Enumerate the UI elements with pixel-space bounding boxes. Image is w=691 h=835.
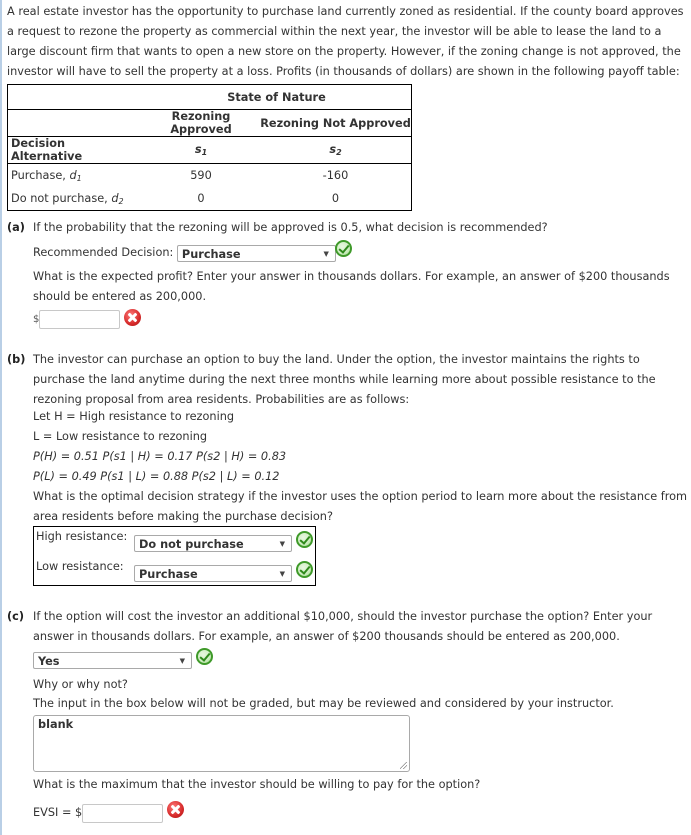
resize-grip-icon[interactable]: [400, 762, 407, 769]
let-h-definition: Let H = High resistance to rezoning: [33, 410, 235, 423]
table-symbol-row: Decision Alternative s1 s2: [7, 136, 412, 164]
dropdown-arrow-icon: ▼: [279, 540, 285, 548]
expected-profit-input[interactable]: [39, 309, 121, 329]
part-a-label: (a): [7, 221, 25, 234]
expected-profit-question: What is the expected profit? Enter your …: [33, 270, 670, 303]
probabilities-l: P(L) = 0.49 P(s1 | L) = 0.88 P(s2 | L) =…: [33, 470, 280, 483]
part-c-label: (c): [7, 610, 25, 623]
evsi-input[interactable]: [82, 803, 164, 823]
dropdown-arrow-icon: ▼: [179, 657, 185, 665]
strategy-question: What is the optimal decision strategy if…: [33, 490, 688, 523]
correct-check-icon: [196, 648, 213, 665]
table-header-row: State of Nature: [7, 84, 412, 110]
table-subheader-row: Rezoning Approved Rezoning Not Approved: [7, 109, 412, 137]
evsi-row: EVSI = $: [33, 803, 164, 823]
explanation-textarea[interactable]: blank: [33, 715, 410, 772]
purchase-option-select[interactable]: Yes ▼: [33, 652, 192, 669]
incorrect-x-icon: [124, 309, 141, 326]
col-header-not-approved: Rezoning Not Approved: [260, 109, 412, 137]
col-header-approved: Rezoning Approved: [142, 109, 260, 137]
high-resistance-select[interactable]: Do not purchase ▼: [134, 535, 292, 552]
row-label-do-not-purchase: Do not purchase, d2: [11, 191, 124, 206]
cell-do-not-purchase-s2: 0: [331, 192, 340, 205]
recommended-decision-row: Recommended Decision: Purchase ▼: [33, 243, 336, 263]
max-pay-question: What is the maximum that the investor sh…: [33, 778, 481, 791]
payoff-table: State of Nature Rezoning Approved Rezoni…: [7, 84, 412, 211]
question-page: A real estate investor has the opportuni…: [0, 0, 691, 835]
low-resistance-select[interactable]: Purchase ▼: [134, 565, 292, 582]
cell-purchase-s1: 590: [190, 169, 212, 182]
table-row: Purchase, d1 590 -160: [8, 164, 412, 188]
row-label-purchase: Purchase, d1: [11, 168, 82, 183]
cell-do-not-purchase-s1: 0: [197, 192, 205, 205]
recommended-decision-select[interactable]: Purchase ▼: [176, 244, 336, 262]
probabilities-h: P(H) = 0.51 P(s1 | H) = 0.17 P(s2 | H) =…: [33, 450, 287, 463]
state-symbol-s2: s2: [260, 136, 412, 164]
dropdown-arrow-icon: ▼: [279, 570, 285, 578]
high-resistance-label: High resistance:: [36, 530, 128, 543]
row-header-decision: Decision Alternative: [7, 136, 142, 164]
part-b-label: (b): [7, 353, 26, 366]
why-question: Why or why not?: [33, 678, 128, 691]
dropdown-arrow-icon: ▼: [323, 249, 329, 258]
correct-check-icon: [296, 531, 313, 548]
cell-purchase-s2: -160: [322, 169, 349, 182]
recommended-decision-label: Recommended Decision:: [33, 246, 174, 259]
incorrect-x-icon: [167, 801, 184, 818]
evsi-label: EVSI = $: [33, 806, 83, 819]
part-b-text: (b) The investor can purchase an option t…: [7, 350, 691, 410]
expected-profit-row: $: [33, 309, 121, 330]
state-of-nature-header: State of Nature: [142, 84, 412, 110]
low-resistance-label: Low resistance:: [36, 560, 124, 573]
correct-check-icon: [335, 240, 352, 257]
correct-check-icon: [296, 561, 313, 578]
part-a-question: (a) If the probability that the rezoning …: [7, 218, 691, 238]
part-c-question: (c) If the option will cost the investor …: [7, 607, 691, 647]
state-symbol-s1: s1: [142, 136, 260, 164]
let-l-definition: L = Low resistance to rezoning: [33, 430, 208, 443]
grading-note: The input in the box below will not be g…: [33, 697, 614, 710]
strategy-box: High resistance: Do not purchase ▼ Low r…: [33, 526, 316, 586]
problem-intro: A real estate investor has the opportuni…: [7, 5, 684, 78]
table-row: Do not purchase, d2 0 0: [8, 187, 412, 211]
